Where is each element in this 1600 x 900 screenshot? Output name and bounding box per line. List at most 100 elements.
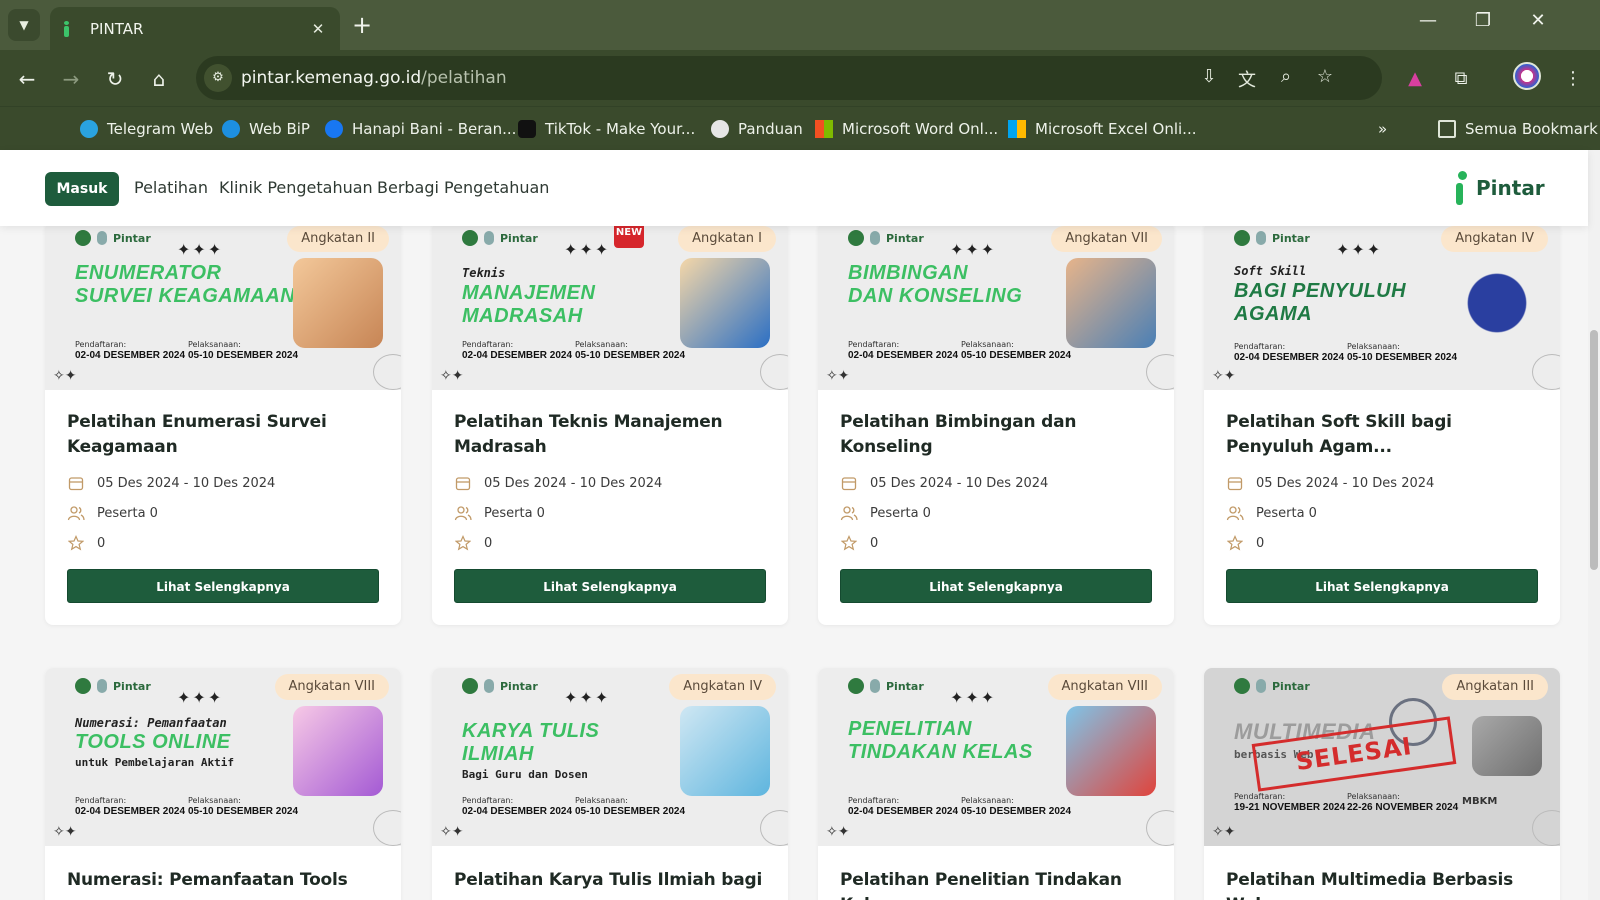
star-decoration-icon: ✧✦ [440,368,464,384]
page-scrollbar[interactable] [1588,150,1600,900]
nav-berbagi-pengetahuan[interactable]: Berbagi Pengetahuan [377,178,549,197]
translate-icon[interactable]: 文 [1234,66,1260,92]
card-title[interactable]: Pelatihan Multimedia Berbasis Web [1226,868,1538,900]
star-icon [454,534,472,552]
date-range: 05 Des 2024 - 10 Des 2024 [67,468,379,498]
card-banner[interactable]: Pintar ✦✦✦ Angkatan VII BIMBINGAN DAN KO… [818,226,1174,390]
profile-avatar[interactable] [1513,62,1541,90]
address-bar[interactable]: ⚙ pintar.kemenag.go.id/pelatihan ⇩ 文 ⌕ ☆ [196,56,1382,100]
card-title[interactable]: Pelatihan Teknis Manajemen Madrasah [454,410,766,460]
execution-label: Pelaksanaan: [188,796,241,805]
url-host: pintar.kemenag.go.id [241,68,422,88]
tab-search-button[interactable]: ▼ [8,9,40,41]
extension-triangle-icon[interactable]: ▲ [1400,64,1430,94]
minimize-icon[interactable]: — [1408,10,1448,31]
nav-klinik-pengetahuan[interactable]: Klinik Pengetahuan [219,178,373,197]
batch-badge: Angkatan I [678,226,776,252]
all-bookmarks[interactable]: Semua Bookmark [1438,117,1598,141]
card-title[interactable]: Numerasi: Pemanfaatan Tools [67,868,379,893]
training-card: Pintar ✦✦✦ Angkatan IV Soft Skill BAGI P… [1204,226,1560,625]
scrollbar-thumb[interactable] [1590,330,1598,570]
new-tab-button[interactable]: + [352,12,372,38]
star-icon [840,534,858,552]
pusaka-logo-icon [97,679,107,693]
registration-label: Pendaftaran: [462,796,514,805]
bookmark-excel[interactable]: Microsoft Excel Onli... [1008,117,1196,141]
view-details-button[interactable]: Lihat Selengkapnya [67,569,379,603]
globe-icon [711,120,729,138]
close-window-icon[interactable]: ✕ [1518,10,1558,31]
telegram-icon [80,120,98,138]
batch-badge: Angkatan VIII [274,674,389,700]
browser-menu-icon[interactable]: ⋮ [1558,64,1588,94]
site-info-icon[interactable]: ⚙ [204,64,232,92]
bookmark-webbip[interactable]: Web BiP [222,117,310,141]
nav-pelatihan[interactable]: Pelatihan [134,178,208,197]
active-tab[interactable]: PINTAR ✕ [50,7,340,50]
batch-badge: Angkatan VII [1051,226,1162,252]
install-app-icon[interactable]: ⇩ [1196,66,1222,87]
registration-date: 02-04 DESEMBER 2024 [462,350,573,361]
url-text[interactable]: pintar.kemenag.go.id/pelatihan [241,68,507,88]
rating: 0 [840,528,1152,558]
users-icon [454,504,472,522]
view-details-button[interactable]: Lihat Selengkapnya [840,569,1152,603]
banner-title-line: KARYA TULIS [462,720,600,742]
training-card: Pintar ✦✦✦ Angkatan IV KARYA TULIS ILMIA… [432,668,788,900]
view-details-button[interactable]: Lihat Selengkapnya [454,569,766,603]
banner-logos: Pintar [75,678,151,694]
pusaka-logo-icon [870,231,880,245]
card-title[interactable]: Pelatihan Soft Skill bagi Penyuluh Agam.… [1226,410,1538,460]
card-banner[interactable]: Pintar ✦✦✦ Angkatan VIII PENELITIAN TIND… [818,668,1174,846]
back-arrow-icon[interactable]: ← [12,64,42,94]
calendar-icon [454,474,472,492]
bookmark-word[interactable]: Microsoft Word Onl... [815,117,998,141]
participants-text: Peserta 0 [97,505,158,521]
bookmark-tiktok[interactable]: TikTok - Make Your... [518,117,695,141]
training-card: Pintar ✦✦✦ Angkatan VIII Numerasi: Peman… [45,668,401,900]
restore-window-icon[interactable]: ❐ [1463,10,1503,31]
card-banner[interactable]: Pintar Angkatan III MULTIMEDIA berbasis … [1204,668,1560,846]
card-banner[interactable]: Pintar ✦✦✦ NEW Angkatan I Teknis MANAJEM… [432,226,788,390]
card-title[interactable]: Pelatihan Bimbingan dan Konseling [840,410,1152,460]
card-banner[interactable]: Pintar ✦✦✦ Angkatan VIII Numerasi: Peman… [45,668,401,846]
date-range: 05 Des 2024 - 10 Des 2024 [840,468,1152,498]
users-icon [67,504,85,522]
registration-label: Pendaftaran: [848,796,900,805]
banner-title-line: TOOLS ONLINE [75,731,231,753]
card-banner[interactable]: Pintar ✦✦✦ Angkatan IV Soft Skill BAGI P… [1204,226,1560,390]
presenter-illustration-icon [680,706,770,796]
rings-decoration [1146,354,1174,390]
bookmark-facebook[interactable]: Hanapi Bani - Beran... [325,117,516,141]
forward-arrow-icon[interactable]: → [56,64,86,94]
card-title[interactable]: Pelatihan Karya Tulis Ilmiah bagi [454,868,766,893]
site-header: Masuk Pelatihan Klinik Pengetahuan Berba… [0,150,1588,226]
training-card: Pintar Angkatan III MULTIMEDIA berbasis … [1204,668,1560,900]
more-bookmarks-icon[interactable]: » [1378,117,1387,141]
card-title[interactable]: Pelatihan Enumerasi Survei Keagamaan [67,410,379,460]
training-card: Pintar ✦✦✦ Angkatan VIII PENELITIAN TIND… [818,668,1174,900]
pintar-mini-logo: Pintar [113,231,151,245]
globe-runner-illustration-icon [1452,258,1542,348]
login-button[interactable]: Masuk [45,172,119,206]
browser-chrome: ▼ PINTAR ✕ + — ❐ ✕ ← → ↻ ⌂ ⚙ pintar.keme… [0,0,1600,150]
card-banner[interactable]: Pintar ✦✦✦ Angkatan II ENUMERATOR SURVEI… [45,226,401,390]
banner-caption: untuk Pembelajaran Aktif [75,756,234,769]
execution-date: 05-10 DESEMBER 2024 [961,350,1072,361]
brand-logo[interactable]: Pintar [1456,170,1545,206]
bookmark-star-icon[interactable]: ☆ [1312,66,1338,87]
kemenag-logo-icon [75,678,91,694]
zoom-icon[interactable]: ⌕ [1273,66,1299,87]
rings-decoration [373,354,401,390]
card-banner[interactable]: Pintar ✦✦✦ Angkatan IV KARYA TULIS ILMIA… [432,668,788,846]
reload-icon[interactable]: ↻ [100,64,130,94]
bookmark-telegram[interactable]: Telegram Web [80,117,213,141]
card-title[interactable]: Pelatihan Penelitian Tindakan Kelas [840,868,1152,900]
star-icon [67,534,85,552]
close-tab-icon[interactable]: ✕ [308,20,328,38]
bookmark-panduan[interactable]: Panduan [711,117,803,141]
extensions-puzzle-icon[interactable]: ⧉ [1446,64,1476,94]
view-details-button[interactable]: Lihat Selengkapnya [1226,569,1538,603]
home-icon[interactable]: ⌂ [144,64,174,94]
new-ribbon: NEW [614,226,644,248]
